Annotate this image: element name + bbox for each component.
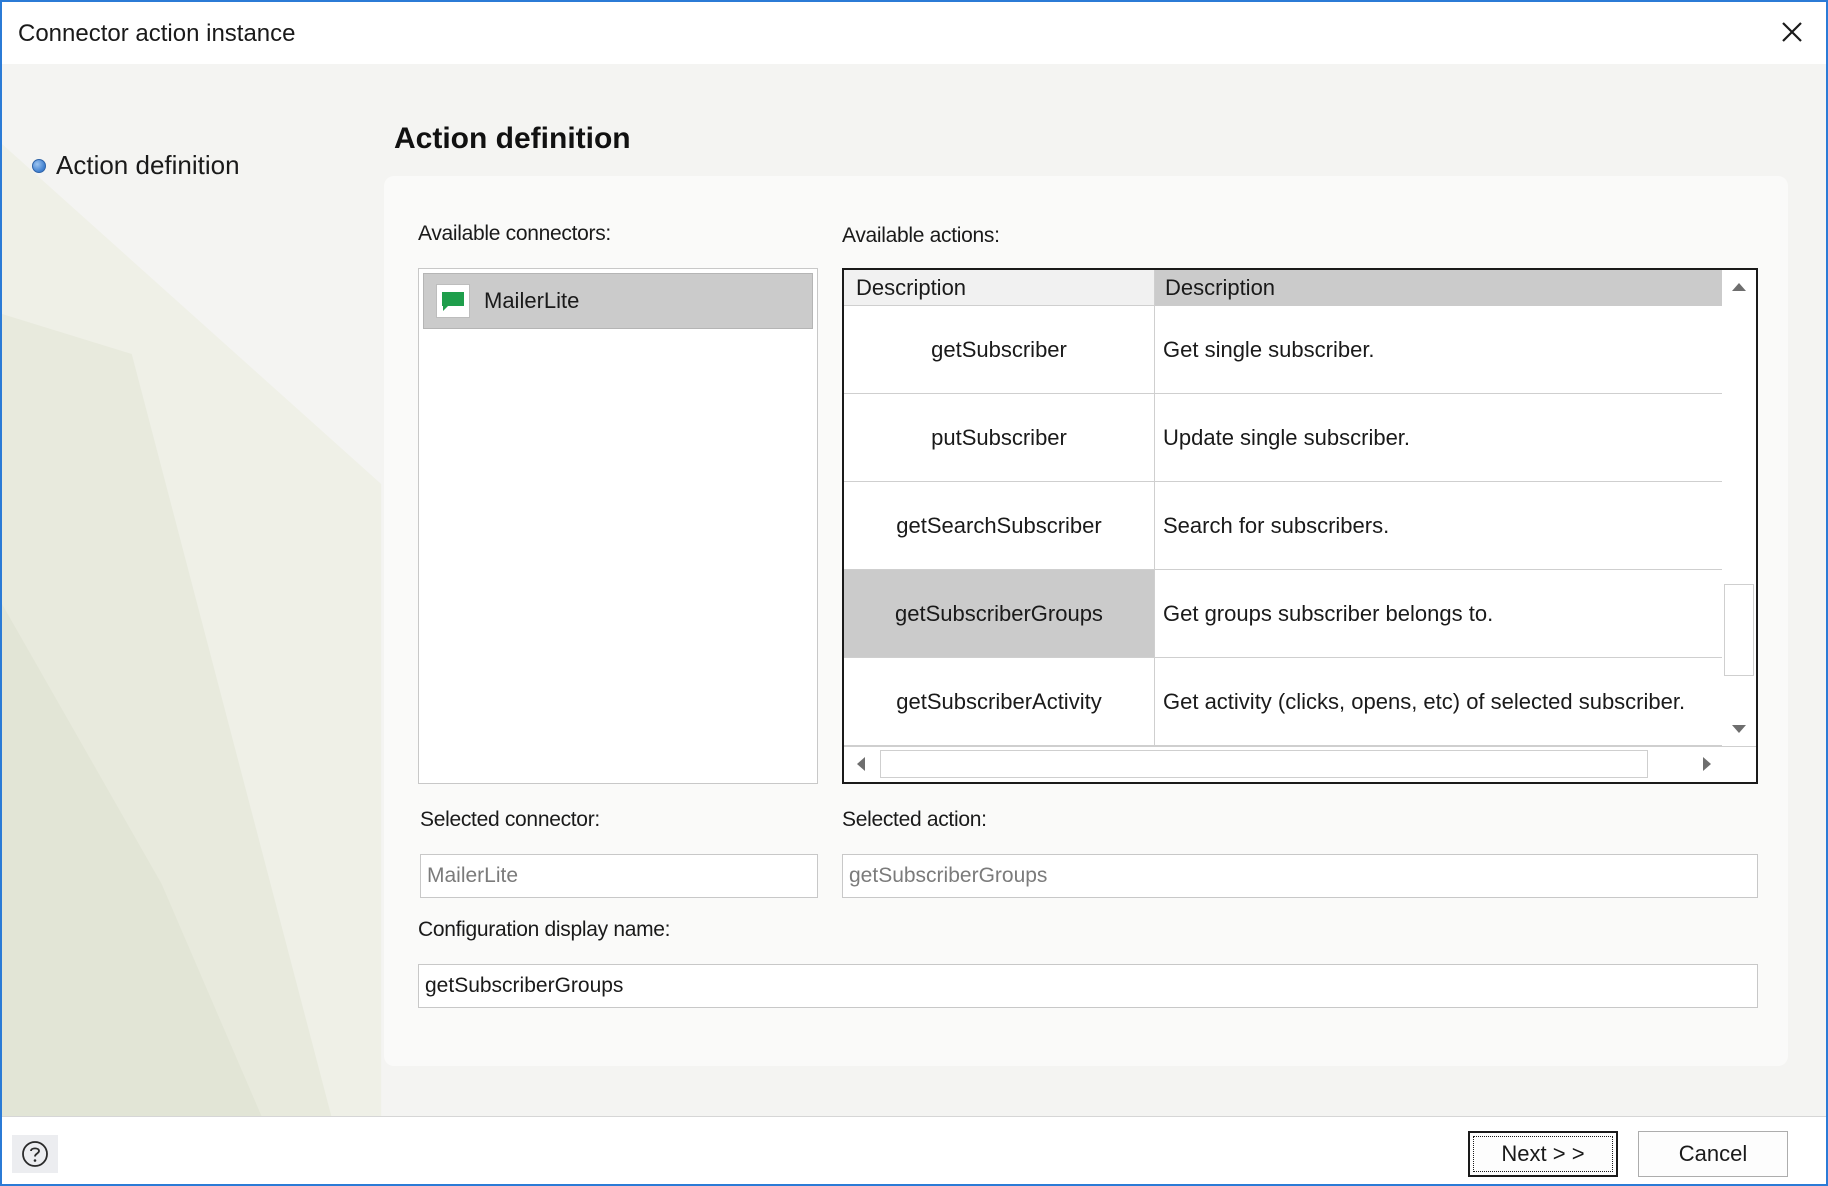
grid-body: getSubscriber Get single subscriber. put… [844,306,1724,746]
connector-label: MailerLite [484,288,580,313]
step-bullet-icon [32,158,46,173]
close-icon [1782,22,1802,42]
chat-bubble-icon [436,284,470,318]
table-row[interactable]: getSubscriberActivity Get activity (clic… [844,658,1724,746]
actions-grid[interactable]: Description Description getSubscriber Ge… [842,268,1758,784]
connectors-list[interactable]: MailerLite [418,268,818,784]
cancel-button[interactable]: Cancel [1638,1131,1788,1177]
grid-header: Description Description [844,270,1724,306]
question-mark-icon [22,1141,48,1167]
scroll-down-arrow-icon[interactable] [1722,712,1756,746]
page-title: Action definition [394,122,631,155]
column-header-description[interactable]: Description [1155,270,1724,306]
vertical-scroll-thumb[interactable] [1724,584,1754,676]
table-row-selected[interactable]: getSubscriberGroups Get groups subscribe… [844,570,1724,658]
available-actions-label: Available actions: [842,224,1000,247]
scroll-up-arrow-icon[interactable] [1722,270,1756,304]
available-connectors-label: Available connectors: [418,222,611,245]
selected-action-label: Selected action: [842,808,987,831]
action-description-cell: Get activity (clicks, opens, etc) of sel… [1155,658,1724,745]
scroll-left-arrow-icon[interactable] [844,747,878,781]
selected-connector-label: Selected connector: [420,808,600,831]
table-row[interactable]: getSubscriber Get single subscriber. [844,306,1724,394]
horizontal-scroll-thumb[interactable] [880,750,1648,778]
action-description-cell: Update single subscriber. [1155,394,1724,481]
action-name-cell: getSubscriberActivity [844,658,1155,745]
connector-item-mailerlite[interactable]: MailerLite [423,273,813,329]
close-button[interactable] [1772,14,1812,52]
column-header-name[interactable]: Description [844,270,1155,306]
nav-step-action-definition[interactable]: Action definition [32,150,240,181]
action-description-cell: Search for subscribers. [1155,482,1724,569]
display-name-input[interactable]: getSubscriberGroups [418,964,1758,1008]
action-name-cell: getSubscriberGroups [844,570,1155,657]
title-bar: Connector action instance [2,2,1826,64]
horizontal-scrollbar[interactable] [844,746,1756,782]
action-description-cell: Get groups subscriber belongs to. [1155,570,1724,657]
dialog-footer: Next > > Cancel [2,1116,1826,1184]
action-name-cell: getSearchSubscriber [844,482,1155,569]
scroll-right-arrow-icon[interactable] [1690,747,1724,781]
selected-connector-field: MailerLite [420,854,818,898]
help-button[interactable] [12,1135,58,1173]
next-button[interactable]: Next > > [1468,1131,1618,1177]
selected-action-field: getSubscriberGroups [842,854,1758,898]
table-row[interactable]: getSearchSubscriber Search for subscribe… [844,482,1724,570]
action-description-cell: Get single subscriber. [1155,306,1724,393]
vertical-scrollbar[interactable] [1722,270,1756,746]
window-title: Connector action instance [18,20,296,47]
action-name-cell: putSubscriber [844,394,1155,481]
action-name-cell: getSubscriber [844,306,1155,393]
dialog-window: Connector action instance Action definit… [0,0,1828,1186]
nav-step-label: Action definition [56,150,240,180]
table-row[interactable]: putSubscriber Update single subscriber. [844,394,1724,482]
display-name-label: Configuration display name: [418,918,671,941]
